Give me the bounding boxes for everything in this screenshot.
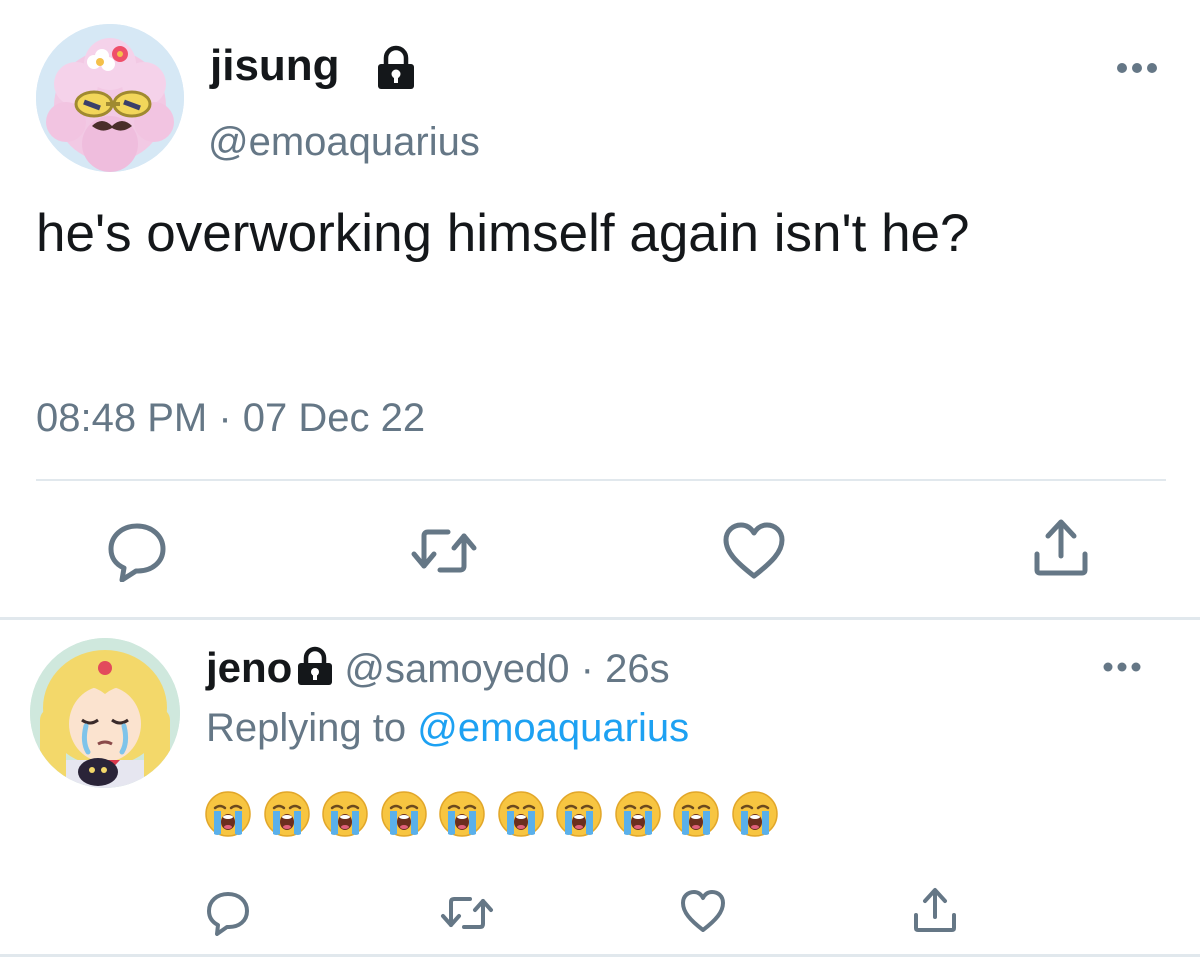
avatar-illustration bbox=[36, 24, 184, 172]
lock-icon bbox=[296, 645, 334, 685]
tweet-timestamp: 08:48 PM · 07 Dec 22 bbox=[36, 396, 426, 440]
avatar-illustration bbox=[30, 638, 180, 788]
divider bbox=[0, 617, 1200, 620]
replying-to-prefix: Replying to bbox=[206, 706, 418, 750]
main-tweet-display-name[interactable]: jisung bbox=[210, 36, 340, 96]
divider bbox=[36, 479, 1166, 481]
replying-to-line: Replying to @emoaquarius bbox=[206, 700, 689, 756]
divider bbox=[0, 954, 1200, 957]
loudly-crying-face-emoji bbox=[322, 791, 368, 837]
loudly-crying-face-emoji bbox=[556, 791, 602, 837]
loudly-crying-face-emoji bbox=[497, 791, 544, 837]
retweet-icon[interactable] bbox=[440, 890, 494, 936]
like-icon[interactable] bbox=[722, 520, 786, 582]
reply-text bbox=[204, 790, 804, 838]
loudly-crying-face-emoji bbox=[263, 791, 310, 837]
retweet-icon[interactable] bbox=[410, 520, 478, 582]
loudly-crying-face-emoji bbox=[439, 791, 485, 837]
reply-tweet-time[interactable]: 26s bbox=[605, 647, 670, 691]
more-icon[interactable] bbox=[1102, 658, 1142, 676]
replying-to-link[interactable]: @emoaquarius bbox=[417, 706, 689, 750]
share-icon[interactable] bbox=[1032, 516, 1090, 578]
reply-tweet-display-name[interactable]: jeno bbox=[206, 644, 292, 691]
reply-icon[interactable] bbox=[106, 520, 168, 582]
separator-dot: · bbox=[580, 647, 594, 691]
loudly-crying-face-emoji bbox=[673, 791, 719, 837]
like-icon[interactable] bbox=[680, 888, 726, 934]
more-icon[interactable] bbox=[1114, 58, 1160, 78]
loudly-crying-face-emoji bbox=[380, 791, 427, 837]
loudly-crying-face-emoji bbox=[205, 791, 251, 837]
reply-tweet-avatar[interactable] bbox=[30, 638, 180, 788]
loudly-crying-face-emoji bbox=[614, 791, 661, 837]
reply-tweet-header: jeno @samoyed0 · 26s bbox=[206, 640, 670, 697]
tweet-text: he's overworking himself again isn't he? bbox=[36, 204, 970, 263]
reply-tweet-handle[interactable]: @samoyed0 bbox=[344, 647, 569, 691]
main-tweet-avatar[interactable] bbox=[36, 24, 184, 172]
reply-icon[interactable] bbox=[206, 890, 250, 936]
main-tweet-handle[interactable]: @emoaquarius bbox=[208, 112, 480, 172]
loudly-crying-face-emoji bbox=[731, 791, 778, 837]
lock-icon bbox=[376, 45, 416, 91]
share-icon[interactable] bbox=[912, 886, 958, 934]
